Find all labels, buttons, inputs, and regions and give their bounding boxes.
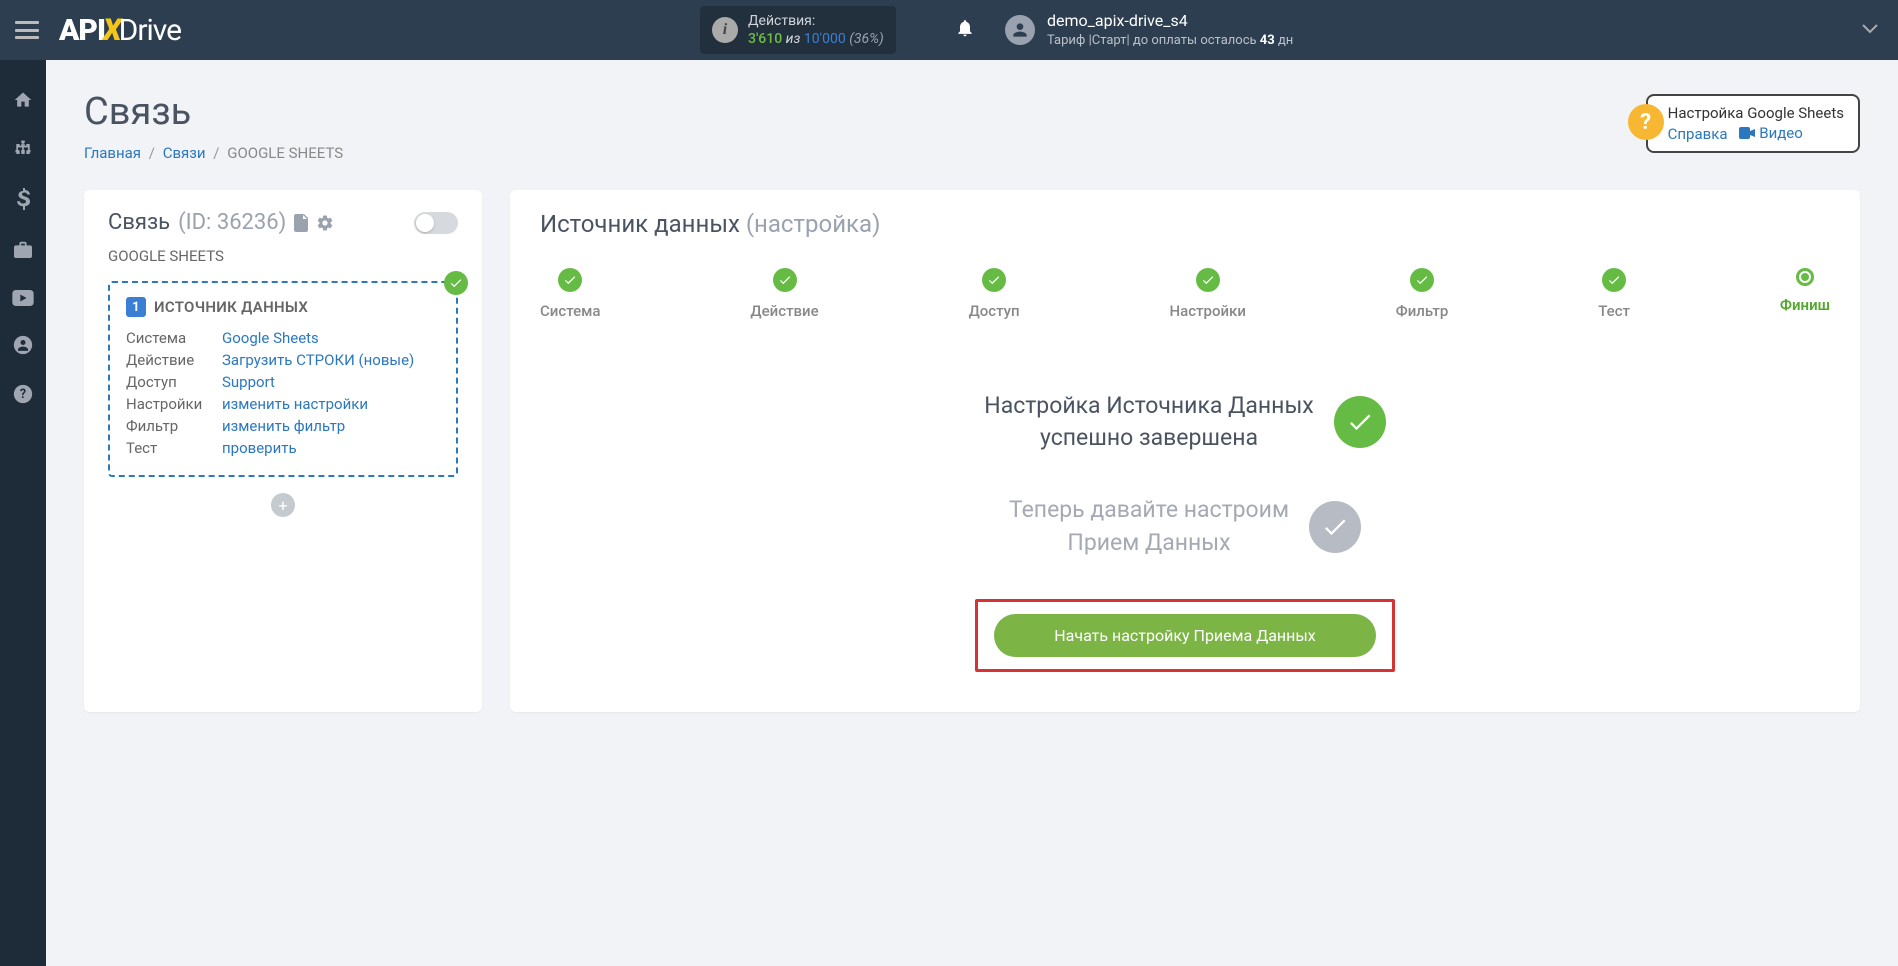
check-circle-gray-icon xyxy=(1309,501,1361,553)
question-icon: ? xyxy=(1628,104,1664,140)
bc-links[interactable]: Связи xyxy=(163,144,206,162)
label-access: Доступ xyxy=(126,373,222,391)
sidebar-services-icon[interactable] xyxy=(0,239,46,263)
svg-text:?: ? xyxy=(20,387,26,402)
value-system[interactable]: Google Sheets xyxy=(222,329,319,347)
connection-toggle[interactable] xyxy=(414,212,458,234)
step-settings[interactable]: Настройки xyxy=(1170,268,1246,320)
top-header: APIXDrive i Действия: 3'610 из 10'000 (3… xyxy=(0,0,1898,60)
step-number-badge: 1 xyxy=(126,297,146,317)
sidebar: ? xyxy=(0,60,46,966)
step-system[interactable]: Система xyxy=(540,268,601,320)
sidebar-home-icon[interactable] xyxy=(0,90,46,115)
label-filter: Фильтр xyxy=(126,417,222,435)
step-finish[interactable]: Финиш xyxy=(1780,268,1830,320)
connection-subtitle: GOOGLE SHEETS xyxy=(108,247,458,265)
actions-pct: (36%) xyxy=(849,31,884,47)
document-icon[interactable] xyxy=(294,214,310,232)
step-test[interactable]: Тест xyxy=(1598,268,1630,320)
finish-next-row: Теперь давайте настроим Прием Данных xyxy=(540,494,1830,558)
start-receiver-setup-button[interactable]: Начать настройку Приема Данных xyxy=(994,614,1375,657)
source-box[interactable]: 1 ИСТОЧНИК ДАННЫХ СистемаGoogle Sheets Д… xyxy=(108,281,458,477)
actions-total: 10'000 xyxy=(804,31,846,47)
help-title: Настройка Google Sheets xyxy=(1668,104,1844,122)
avatar-icon xyxy=(1005,15,1035,45)
menu-toggle[interactable] xyxy=(15,21,39,39)
bc-current: GOOGLE SHEETS xyxy=(227,144,343,162)
tariff-info: Тариф |Старт| до оплаты осталось 43 дн xyxy=(1047,32,1293,50)
sidebar-video-icon[interactable] xyxy=(0,287,46,311)
notifications-icon[interactable] xyxy=(955,18,975,43)
source-setup-panel: Источник данных (настройка) Система Дейс… xyxy=(510,190,1860,712)
source-panel-title: Источник данных (настройка) xyxy=(540,210,1830,238)
add-step-button[interactable]: + xyxy=(271,493,295,517)
sidebar-account-icon[interactable] xyxy=(0,335,46,360)
logo[interactable]: APIXDrive xyxy=(59,13,181,48)
check-circle-icon xyxy=(1334,396,1386,448)
value-access[interactable]: Support xyxy=(222,373,275,391)
help-box: ? Настройка Google Sheets Справка Видео xyxy=(1646,94,1860,153)
label-action: Действие xyxy=(126,351,222,369)
sidebar-billing-icon[interactable] xyxy=(0,188,46,215)
cta-highlight: Начать настройку Приема Данных xyxy=(975,599,1394,672)
connection-title: Связь (ID: 36236) xyxy=(108,210,334,235)
check-badge-icon xyxy=(444,271,468,295)
chevron-down-icon[interactable] xyxy=(1862,22,1878,38)
gear-icon[interactable] xyxy=(316,214,334,232)
actions-of: из xyxy=(786,31,801,47)
help-video-link[interactable]: Видео xyxy=(1739,124,1803,142)
value-action[interactable]: Загрузить СТРОКИ (новые) xyxy=(222,351,414,369)
label-test: Тест xyxy=(126,439,222,457)
steps-progress: Система Действие Доступ Настройки Фильтр… xyxy=(540,268,1830,320)
page-title: Связь xyxy=(84,90,343,134)
connection-id: (ID: 36236) xyxy=(178,210,286,235)
step-access[interactable]: Доступ xyxy=(969,268,1020,320)
finish-success-row: Настройка Источника Данных успешно завер… xyxy=(540,390,1830,454)
info-icon: i xyxy=(712,17,738,43)
value-settings[interactable]: изменить настройки xyxy=(222,395,368,413)
content-area: Связь Главная / Связи / GOOGLE SHEETS ? … xyxy=(46,60,1898,966)
actions-count: 3'610 xyxy=(748,31,782,47)
user-menu[interactable]: demo_apix-drive_s4 Тариф |Старт| до опла… xyxy=(1005,10,1293,51)
help-reference-link[interactable]: Справка xyxy=(1668,125,1728,143)
connection-panel: Связь (ID: 36236) GOOGLE SHEETS 1 ИСТОЧН… xyxy=(84,190,482,712)
sidebar-help-icon[interactable]: ? xyxy=(0,384,46,409)
video-icon xyxy=(1739,127,1755,139)
label-settings: Настройки xyxy=(126,395,222,413)
step-filter[interactable]: Фильтр xyxy=(1396,268,1449,320)
label-system: Система xyxy=(126,329,222,347)
user-name: demo_apix-drive_s4 xyxy=(1047,10,1293,32)
actions-label: Действия: xyxy=(748,12,884,30)
value-test[interactable]: проверить xyxy=(222,439,297,457)
source-heading: 1 ИСТОЧНИК ДАННЫХ xyxy=(126,297,440,317)
breadcrumb: Главная / Связи / GOOGLE SHEETS xyxy=(84,144,343,162)
sidebar-connections-icon[interactable] xyxy=(0,139,46,164)
bc-home[interactable]: Главная xyxy=(84,144,141,162)
step-action[interactable]: Действие xyxy=(750,268,818,320)
actions-counter[interactable]: i Действия: 3'610 из 10'000 (36%) xyxy=(700,6,896,54)
value-filter[interactable]: изменить фильтр xyxy=(222,417,345,435)
